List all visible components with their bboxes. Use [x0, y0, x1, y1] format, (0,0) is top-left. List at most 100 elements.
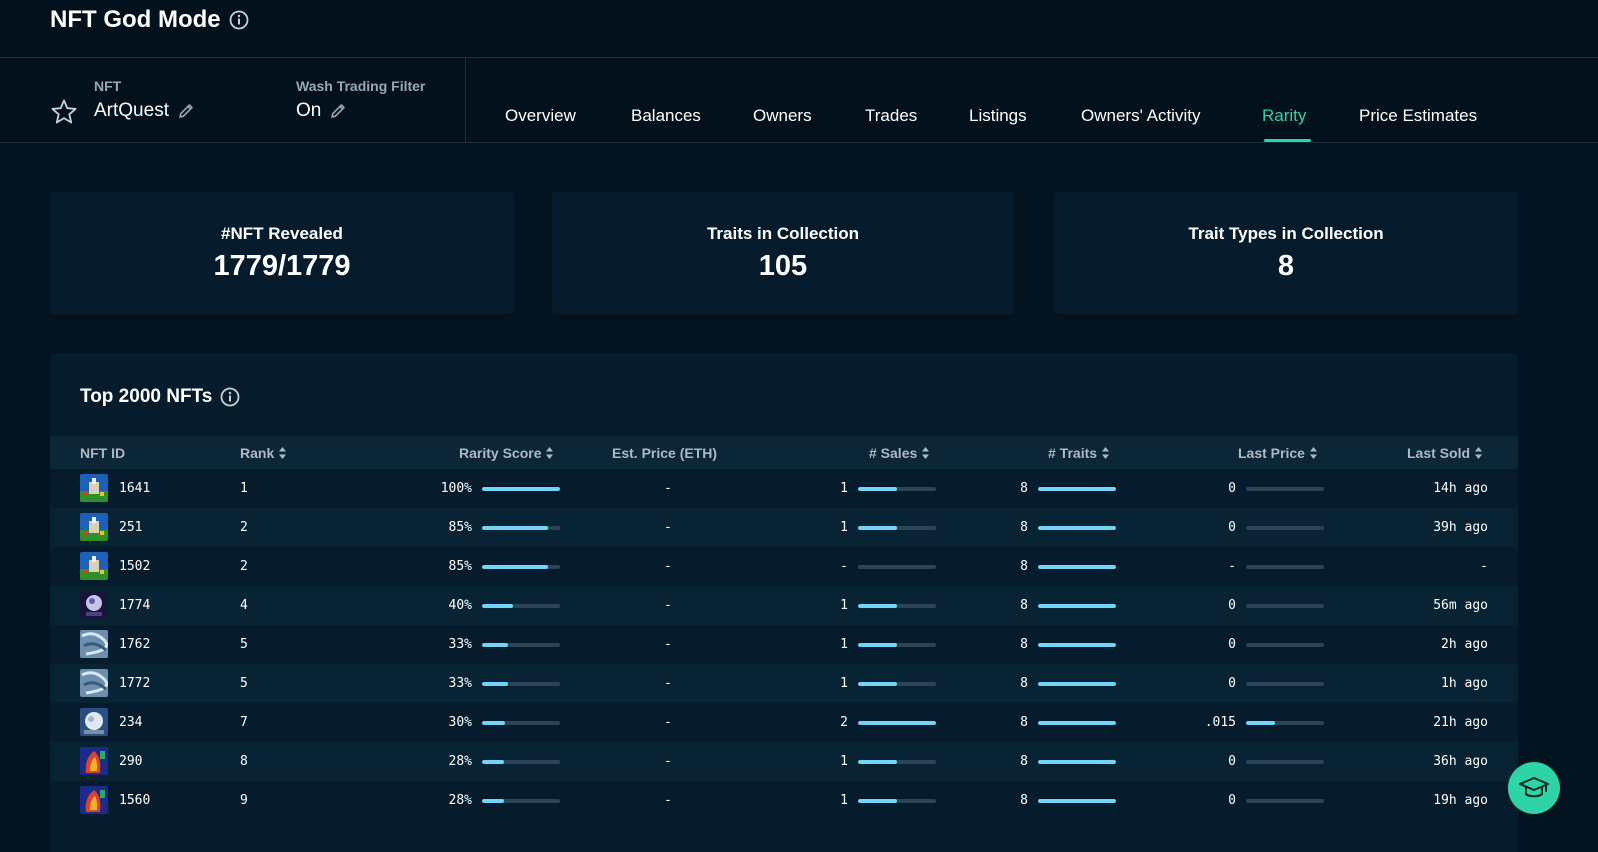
table-row[interactable]: 251 2 85% - 1 8 0 39h ago	[50, 508, 1518, 547]
column-label: # Sales	[869, 445, 918, 461]
rarity-score-cell: 30%	[448, 715, 472, 730]
nft-value[interactable]: ArtQuest	[94, 100, 169, 122]
tab-price-estimates[interactable]: Price Estimates	[1359, 106, 1477, 126]
table-row[interactable]: 1762 5 33% - 1 8 0 2h ago	[50, 625, 1518, 664]
column-traits[interactable]: # Traits	[1048, 445, 1110, 461]
nft-id-cell[interactable]: 1774	[119, 598, 150, 613]
traits-bar	[1038, 721, 1116, 725]
nft-thumbnail[interactable]	[80, 513, 108, 541]
rarity-bar	[482, 760, 560, 764]
rank-cell: 9	[240, 793, 248, 808]
pencil-icon[interactable]	[329, 102, 347, 120]
nft-id-cell[interactable]: 1502	[119, 559, 150, 574]
stat-title: #NFT Revealed	[221, 224, 343, 243]
column-last-price[interactable]: Last Price	[1238, 445, 1318, 461]
table-row[interactable]: 1502 2 85% - - 8 - -	[50, 547, 1518, 586]
column-last-sold[interactable]: Last Sold	[1407, 445, 1483, 461]
nft-value-wrap[interactable]: ArtQuest	[94, 100, 195, 122]
column-sales[interactable]: # Sales	[869, 445, 930, 461]
nft-thumbnail[interactable]	[80, 669, 108, 697]
sales-bar	[858, 526, 936, 530]
info-icon[interactable]	[220, 387, 240, 407]
sort-arrows-icon[interactable]	[1474, 446, 1483, 460]
rarity-score-cell: 40%	[448, 598, 472, 613]
column-nft-id[interactable]: NFT ID	[80, 445, 125, 461]
column-rarity-score[interactable]: Rarity Score	[459, 445, 554, 461]
table-row[interactable]: 1774 4 40% - 1 8 0 56m ago	[50, 586, 1518, 625]
tab-owners[interactable]: Owners	[753, 106, 812, 126]
rarity-bar-fill	[482, 643, 508, 647]
nft-id-cell[interactable]: 1560	[119, 793, 150, 808]
column-label: Last Price	[1238, 445, 1305, 461]
rarity-score-cell: 33%	[448, 676, 472, 691]
nft-id-cell[interactable]: 1641	[119, 481, 150, 496]
table-header: NFT ID Rank Rarity Score Est. Price (ETH…	[50, 436, 1518, 469]
nft-id-cell[interactable]: 251	[119, 520, 142, 535]
est-price-cell: -	[664, 520, 672, 535]
rarity-bar	[482, 487, 560, 491]
column-label: NFT ID	[80, 445, 126, 461]
rarity-bar	[482, 565, 560, 569]
column-label: # Traits	[1048, 445, 1098, 461]
table-row[interactable]: 1641 1 100% - 1 8 0 14h ago	[50, 469, 1518, 508]
sales-bar-fill	[858, 799, 897, 803]
nft-thumbnail[interactable]	[80, 474, 108, 502]
sales-cell: 2	[840, 715, 848, 730]
column-rank[interactable]: Rank	[240, 445, 287, 461]
nft-id-cell[interactable]: 1762	[119, 637, 150, 652]
nft-id-cell[interactable]: 234	[119, 715, 142, 730]
tab-owners-activity[interactable]: Owners' Activity	[1081, 106, 1200, 126]
nft-thumbnail[interactable]	[80, 747, 108, 775]
help-button[interactable]	[1508, 762, 1560, 814]
pencil-icon[interactable]	[177, 102, 195, 120]
nft-thumbnail[interactable]	[80, 786, 108, 814]
traits-cell: 8	[1020, 637, 1028, 652]
last-price-bar	[1246, 760, 1324, 764]
traits-cell: 8	[1020, 481, 1028, 496]
traits-cell: 8	[1020, 754, 1028, 769]
nft-id-cell[interactable]: 290	[119, 754, 142, 769]
nft-thumbnail[interactable]	[80, 552, 108, 580]
tab-rarity[interactable]: Rarity	[1262, 106, 1306, 126]
info-icon[interactable]	[229, 10, 249, 30]
rank-cell: 5	[240, 637, 248, 652]
tab-balances[interactable]: Balances	[631, 106, 701, 126]
sales-bar-fill	[858, 760, 897, 764]
table-row[interactable]: 234 7 30% - 2 8 .015 21h ago	[50, 703, 1518, 742]
sort-arrows-icon[interactable]	[921, 446, 930, 460]
rarity-bar-fill	[482, 760, 504, 764]
sort-arrows-icon[interactable]	[278, 446, 287, 460]
rarity-bar	[482, 721, 560, 725]
table-row[interactable]: 1772 5 33% - 1 8 0 1h ago	[50, 664, 1518, 703]
rarity-bar	[482, 526, 560, 530]
last-price-cell: 0	[1228, 520, 1236, 535]
last-price-cell: 0	[1228, 754, 1236, 769]
rarity-bar-fill	[482, 604, 514, 608]
last-sold-cell: 1h ago	[1441, 676, 1488, 691]
sort-arrows-icon[interactable]	[1309, 446, 1318, 460]
star-outline-icon[interactable]	[50, 98, 78, 126]
traits-cell: 8	[1020, 598, 1028, 613]
traits-bar-fill	[1038, 643, 1116, 647]
nft-thumbnail[interactable]	[80, 591, 108, 619]
last-price-bar	[1246, 604, 1324, 608]
sales-cell: 1	[840, 637, 848, 652]
sort-arrows-icon[interactable]	[1101, 446, 1110, 460]
rank-cell: 8	[240, 754, 248, 769]
table-row[interactable]: 290 8 28% - 1 8 0 36h ago	[50, 742, 1518, 781]
est-price-cell: -	[664, 793, 672, 808]
sort-arrows-icon[interactable]	[545, 446, 554, 460]
est-price-cell: -	[664, 715, 672, 730]
est-price-cell: -	[664, 559, 672, 574]
nft-thumbnail[interactable]	[80, 630, 108, 658]
tab-listings[interactable]: Listings	[969, 106, 1027, 126]
last-price-bar	[1246, 682, 1324, 686]
traits-bar	[1038, 565, 1116, 569]
tab-trades[interactable]: Trades	[865, 106, 917, 126]
wash-trading-value-wrap[interactable]: On	[296, 100, 425, 122]
tab-overview[interactable]: Overview	[505, 106, 576, 126]
table-row[interactable]: 1560 9 28% - 1 8 0 19h ago	[50, 781, 1518, 820]
nft-thumbnail[interactable]	[80, 708, 108, 736]
wash-trading-value[interactable]: On	[296, 100, 321, 122]
nft-id-cell[interactable]: 1772	[119, 676, 150, 691]
